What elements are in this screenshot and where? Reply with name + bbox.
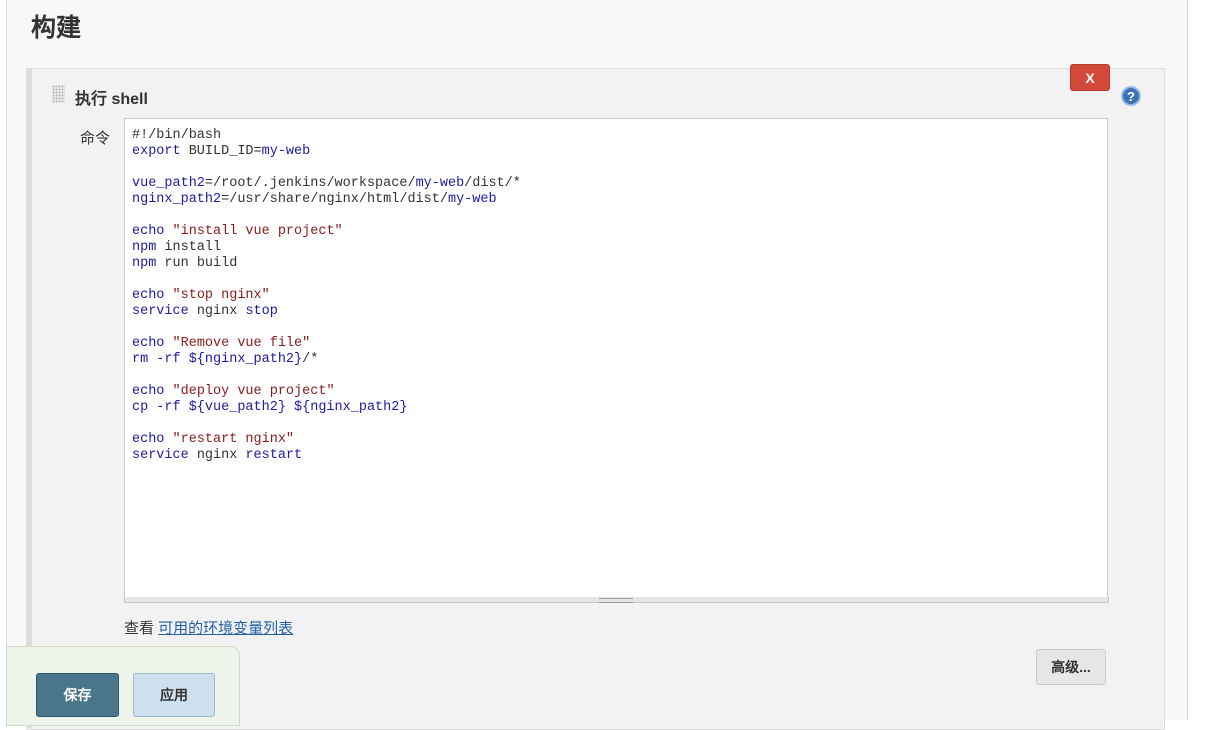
code-token: "stop nginx" — [172, 288, 270, 303]
code-token: #!/bin/bash — [132, 128, 222, 143]
code-line: vue_path2=/root/.jenkins/workspace/my-we… — [132, 176, 1107, 192]
code-line: service nginx restart — [132, 448, 1107, 464]
code-token: BUILD_ID= — [180, 144, 262, 159]
step-title: 执行 shell — [75, 91, 148, 108]
code-token: echo — [132, 288, 165, 303]
code-token: "Remove vue file" — [172, 336, 311, 351]
code-token: stop — [245, 304, 278, 319]
code-token: run build — [156, 256, 238, 271]
code-token: npm — [132, 256, 157, 271]
code-token: =/root/.jenkins/workspace/ — [204, 176, 416, 191]
code-token: echo — [132, 384, 165, 399]
advanced-button[interactable]: 高级... — [1036, 649, 1106, 685]
help-icon[interactable]: ? — [1121, 86, 1141, 106]
code-line: echo "Remove vue file" — [132, 336, 1107, 352]
code-token: =/usr/share/nginx/html/dist/ — [221, 192, 448, 207]
code-line: service nginx stop — [132, 304, 1107, 320]
code-token: my-web — [447, 192, 497, 207]
code-token: nginx — [188, 448, 246, 463]
code-token: "restart nginx" — [172, 432, 295, 447]
code-token: my-web — [415, 176, 465, 191]
code-line: cp -rf ${vue_path2} ${nginx_path2} — [132, 400, 1107, 416]
code-token: /* — [302, 352, 319, 367]
delete-step-button[interactable]: X — [1070, 64, 1110, 91]
code-token: vue_path2 — [132, 176, 205, 191]
code-line: export BUILD_ID=my-web — [132, 144, 1107, 160]
env-vars-line: 查看 可用的环境变量列表 — [124, 617, 293, 638]
editor-resize-handle[interactable] — [124, 597, 1109, 603]
env-vars-link[interactable]: 可用的环境变量列表 — [158, 620, 293, 637]
code-token: nginx_path2 — [132, 192, 222, 207]
code-line: rm -rf ${nginx_path2}/* — [132, 352, 1107, 368]
code-token: "install vue project" — [172, 224, 343, 239]
code-line: echo "install vue project" — [132, 224, 1107, 240]
code-token: service — [132, 448, 189, 463]
step-side-bar — [26, 68, 32, 728]
code-token: npm — [132, 240, 157, 255]
code-token: export — [132, 144, 181, 159]
code-token: my-web — [261, 144, 311, 159]
code-line: echo "stop nginx" — [132, 288, 1107, 304]
env-vars-prefix: 查看 — [124, 620, 159, 637]
drag-handle-icon[interactable] — [52, 85, 65, 103]
command-label: 命令 — [80, 130, 111, 147]
code-token: echo — [132, 224, 165, 239]
save-button[interactable]: 保存 — [36, 673, 119, 717]
code-token: cp -rf ${vue_path2} ${nginx_path2} — [132, 400, 408, 415]
code-token: echo — [132, 336, 165, 351]
apply-button[interactable]: 应用 — [133, 673, 215, 717]
code-token: service — [132, 304, 189, 319]
code-token: "deploy vue project" — [172, 384, 335, 399]
code-line: echo "deploy vue project" — [132, 384, 1107, 400]
code-line: nginx_path2=/usr/share/nginx/html/dist/m… — [132, 192, 1107, 208]
code-token: restart — [245, 448, 303, 463]
code-token: install — [156, 240, 222, 255]
resize-grip-icon — [599, 598, 633, 603]
code-token: echo — [132, 432, 165, 447]
code-token: rm -rf ${nginx_path2} — [132, 352, 303, 367]
code-line: #!/bin/bash — [132, 128, 1107, 144]
code-line: npm install — [132, 240, 1107, 256]
code-token: nginx — [188, 304, 246, 319]
code-line: npm run build — [132, 256, 1107, 272]
command-editor[interactable]: #!/bin/bash export BUILD_ID=my-web vue_pat… — [124, 118, 1108, 598]
code-line: echo "restart nginx" — [132, 432, 1107, 448]
code-token: /dist/* — [464, 176, 521, 191]
section-title: 构建 — [31, 14, 82, 42]
